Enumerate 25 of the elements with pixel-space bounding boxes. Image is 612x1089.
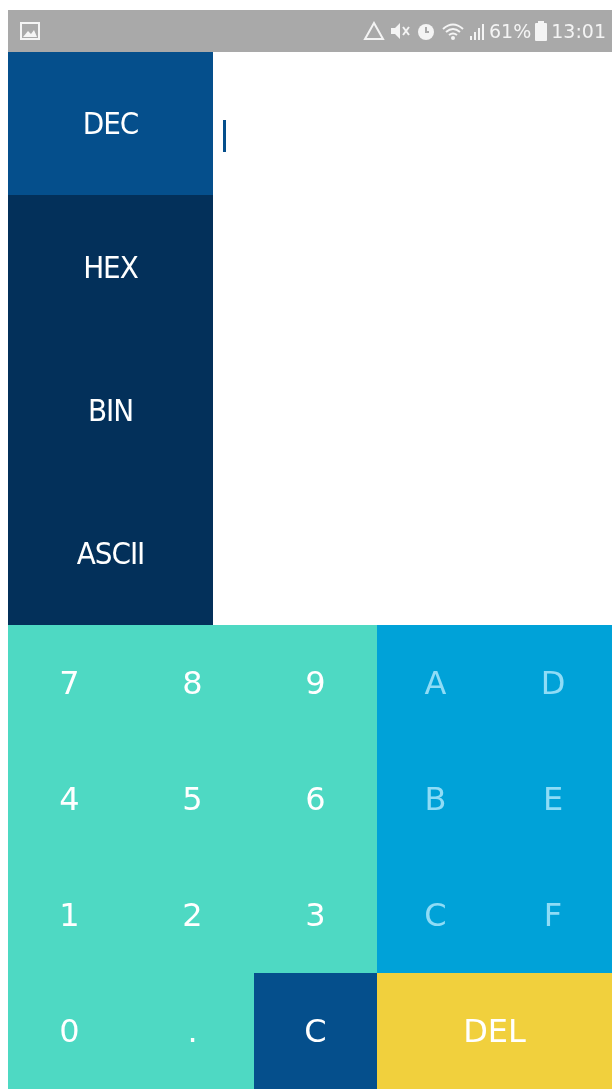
mute-icon bbox=[389, 21, 411, 41]
warning-icon bbox=[363, 21, 385, 41]
mode-tab[interactable]: ASCII bbox=[8, 481, 213, 625]
digit-key[interactable]: 6 bbox=[254, 741, 377, 857]
digit-key[interactable]: . bbox=[131, 973, 254, 1089]
signal-icon bbox=[469, 22, 485, 40]
mode-tab[interactable]: BIN bbox=[8, 338, 213, 482]
digit-key[interactable]: 0 bbox=[8, 973, 131, 1089]
digit-key[interactable]: 5 bbox=[131, 741, 254, 857]
battery-percent: 61% bbox=[489, 18, 532, 44]
digit-key[interactable]: 1 bbox=[8, 857, 131, 973]
digit-key[interactable]: 8 bbox=[131, 625, 254, 741]
digit-key[interactable]: 2 bbox=[131, 857, 254, 973]
clear-key[interactable]: C bbox=[254, 973, 377, 1089]
digit-key[interactable]: 3 bbox=[254, 857, 377, 973]
mode-tab[interactable]: DEC bbox=[8, 52, 213, 196]
battery-icon bbox=[535, 21, 548, 41]
digit-key[interactable]: 7 bbox=[8, 625, 131, 741]
clock-time: 13:01 bbox=[551, 18, 606, 44]
mode-tab[interactable]: HEX bbox=[8, 195, 213, 339]
gallery-icon bbox=[20, 22, 40, 40]
digit-key[interactable]: 9 bbox=[254, 625, 377, 741]
digit-key[interactable]: 4 bbox=[8, 741, 131, 857]
wifi-icon bbox=[441, 21, 465, 41]
delete-key[interactable]: DEL bbox=[377, 973, 612, 1089]
